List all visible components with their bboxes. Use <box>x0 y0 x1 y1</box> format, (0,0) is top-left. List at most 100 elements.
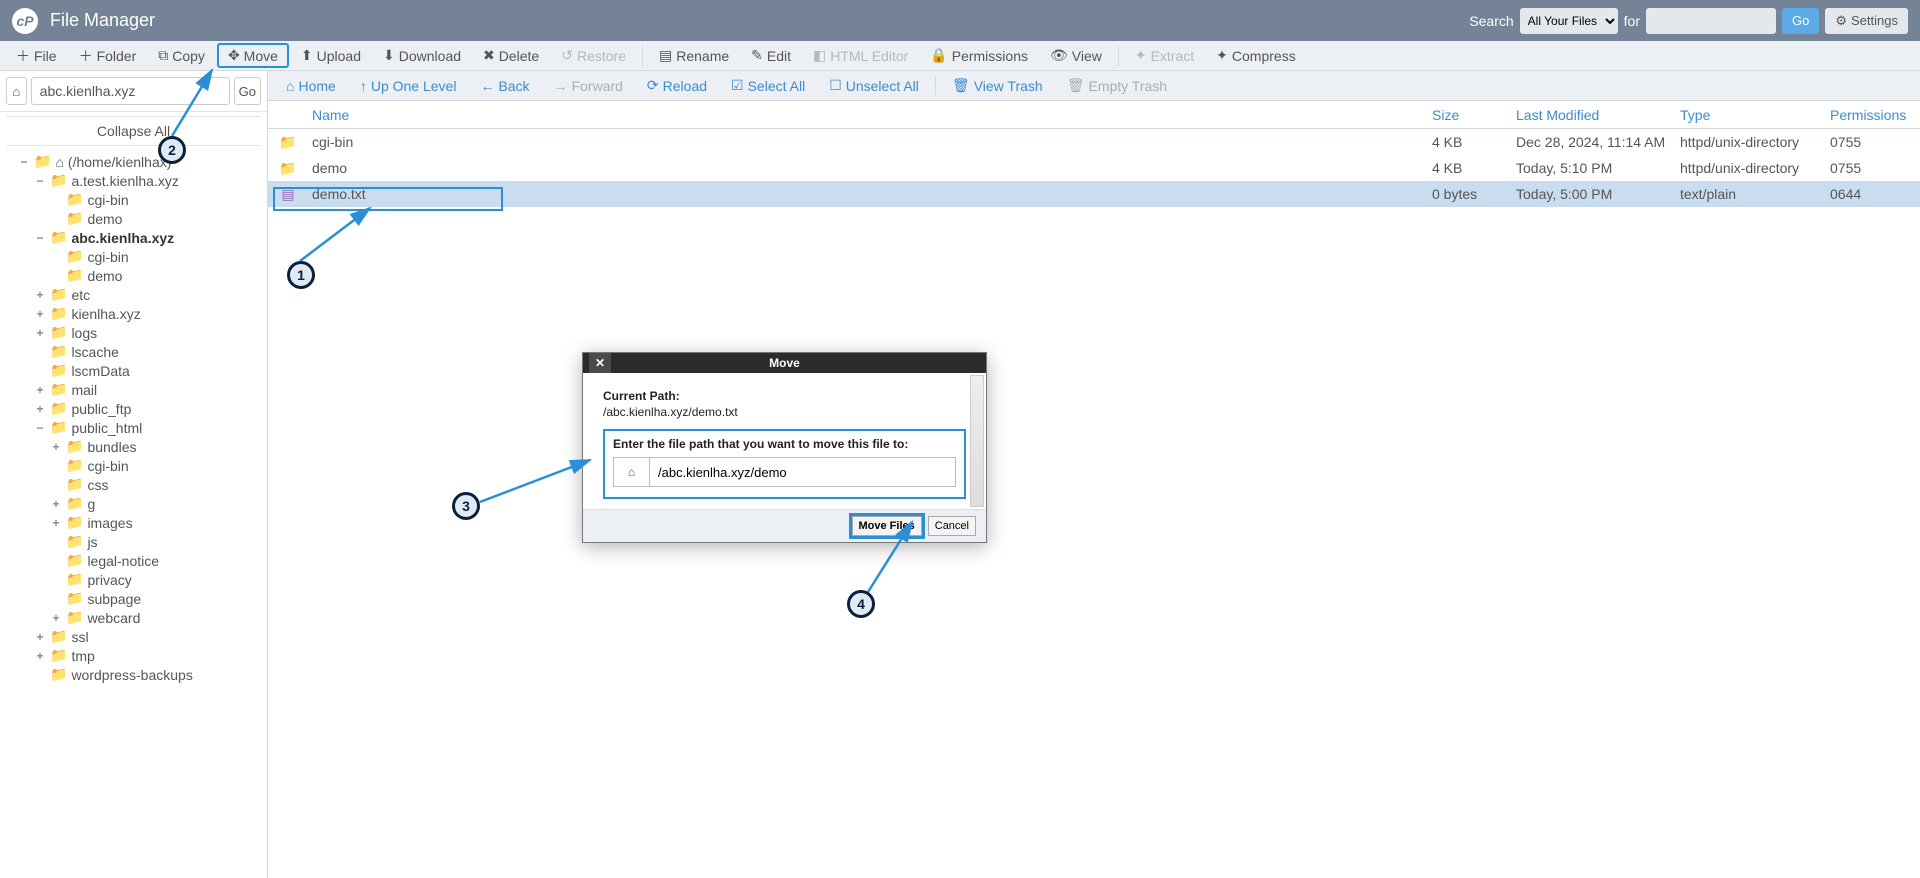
col-type[interactable]: Type <box>1680 107 1830 123</box>
col-name[interactable]: Name <box>308 107 1432 123</box>
close-icon[interactable]: ✕ <box>589 353 611 373</box>
table-row[interactable]: ▤demo.txt0 bytesToday, 5:00 PMtext/plain… <box>268 181 1920 207</box>
tree-node[interactable]: 📁cgi-bin <box>4 190 263 209</box>
html-editor-button[interactable]: ◧HTML Editor <box>803 43 918 68</box>
tree-node[interactable]: +📁kienlha.xyz <box>4 304 263 323</box>
forward-icon: → <box>554 78 568 94</box>
col-permissions[interactable]: Permissions <box>1830 107 1920 123</box>
view-trash-button[interactable]: 🗑View Trash <box>942 74 1053 97</box>
back-button[interactable]: ←Back <box>470 75 539 97</box>
unselect-all-button[interactable]: ☐Unselect All <box>819 74 929 97</box>
select-all-button[interactable]: ☑Select All <box>721 74 815 97</box>
target-path-input[interactable] <box>649 457 956 487</box>
folder-tree: −📁⌂(/home/kienlhax) −📁a.test.kienlha.xyz… <box>0 146 267 690</box>
upload-button[interactable]: ⬆Upload <box>291 43 371 68</box>
collapse-all-button[interactable]: Collapse All <box>6 116 261 146</box>
tree-node[interactable]: 📁lscmData <box>4 361 263 380</box>
dialog-home-button[interactable]: ⌂ <box>613 457 649 487</box>
annotation-marker-1: 1 <box>287 261 315 289</box>
select-all-icon: ☑ <box>731 77 744 94</box>
tree-node[interactable]: +📁tmp <box>4 646 263 665</box>
empty-trash-button[interactable]: 🗑Empty Trash <box>1057 74 1177 97</box>
search-scope-select[interactable]: All Your Files <box>1520 8 1618 34</box>
tree-node[interactable]: +📁mail <box>4 380 263 399</box>
separator <box>642 46 643 66</box>
tree-node[interactable]: 📁demo <box>4 209 263 228</box>
restore-button[interactable]: ↺Restore <box>551 43 636 68</box>
file-permissions: 0755 <box>1830 134 1920 150</box>
tree-node[interactable]: 📁js <box>4 532 263 551</box>
edit-icon: ✎ <box>751 47 763 64</box>
separator <box>1118 46 1119 66</box>
tree-node[interactable]: 📁legal-notice <box>4 551 263 570</box>
cancel-button[interactable]: Cancel <box>928 516 976 536</box>
tree-node[interactable]: 📁lscache <box>4 342 263 361</box>
home-icon: ⌂ <box>628 465 635 479</box>
tree-node[interactable]: +📁public_ftp <box>4 399 263 418</box>
search-go-button[interactable]: Go <box>1782 8 1819 34</box>
move-files-button[interactable]: Move Files <box>852 516 922 536</box>
table-row[interactable]: 📁cgi-bin4 KBDec 28, 2024, 11:14 AMhttpd/… <box>268 129 1920 155</box>
tree-node[interactable]: −📁public_html <box>4 418 263 437</box>
edit-button[interactable]: ✎Edit <box>741 43 801 68</box>
tree-node[interactable]: +📁etc <box>4 285 263 304</box>
file-size: 4 KB <box>1432 134 1516 150</box>
delete-button[interactable]: ✖Delete <box>473 43 549 68</box>
up-icon: ↑ <box>360 78 367 94</box>
unselect-icon: ☐ <box>829 77 842 94</box>
sidebar: ⌂ Go Collapse All −📁⌂(/home/kienlhax) −📁… <box>0 71 268 878</box>
download-button[interactable]: ⬇Download <box>373 43 471 68</box>
view-button[interactable]: 👁View <box>1040 43 1112 68</box>
col-size[interactable]: Size <box>1432 107 1516 123</box>
permissions-button[interactable]: 🔒Permissions <box>920 43 1038 68</box>
plus-icon: ＋ <box>16 46 30 66</box>
tree-node[interactable]: +📁images <box>4 513 263 532</box>
home-icon: ⌂ <box>286 78 294 94</box>
up-one-level-button[interactable]: ↑Up One Level <box>350 75 467 97</box>
tree-root[interactable]: −📁⌂(/home/kienlhax) <box>4 152 263 171</box>
extract-button[interactable]: ✦Extract <box>1125 43 1204 68</box>
tree-node[interactable]: 📁subpage <box>4 589 263 608</box>
tree-node[interactable]: +📁logs <box>4 323 263 342</box>
reload-button[interactable]: ⟳Reload <box>637 74 717 97</box>
tree-node[interactable]: 📁wordpress-backups <box>4 665 263 684</box>
dialog-titlebar[interactable]: ✕ Move <box>583 353 986 373</box>
tree-node-current[interactable]: −📁abc.kienlha.xyz <box>4 228 263 247</box>
tree-node[interactable]: +📁webcard <box>4 608 263 627</box>
tree-node[interactable]: 📁css <box>4 475 263 494</box>
tree-node[interactable]: 📁demo <box>4 266 263 285</box>
tree-node[interactable]: 📁privacy <box>4 570 263 589</box>
content-panel: ⌂Home ↑Up One Level ←Back →Forward ⟳Relo… <box>268 71 1920 878</box>
rename-button[interactable]: ▤Rename <box>649 43 739 68</box>
col-modified[interactable]: Last Modified <box>1516 107 1680 123</box>
search-label: Search <box>1469 13 1513 29</box>
home-button[interactable]: ⌂Home <box>276 75 346 97</box>
scrollbar[interactable] <box>970 375 984 507</box>
compress-button[interactable]: ✦Compress <box>1206 43 1306 68</box>
tree-node[interactable]: +📁bundles <box>4 437 263 456</box>
plus-icon: ＋ <box>79 46 93 66</box>
folder-button[interactable]: ＋Folder <box>69 42 147 70</box>
annotation-marker-3: 3 <box>452 492 480 520</box>
gear-icon: ⚙ <box>1835 13 1847 29</box>
copy-button[interactable]: ⧉Copy <box>148 43 215 68</box>
settings-button[interactable]: ⚙Settings <box>1825 8 1908 34</box>
app-title: File Manager <box>50 10 155 31</box>
tree-node[interactable]: −📁a.test.kienlha.xyz <box>4 171 263 190</box>
file-icon: ▤ <box>268 186 308 203</box>
file-list: 📁cgi-bin4 KBDec 28, 2024, 11:14 AMhttpd/… <box>268 129 1920 878</box>
tree-node[interactable]: 📁cgi-bin <box>4 247 263 266</box>
sidebar-home-button[interactable]: ⌂ <box>6 77 27 105</box>
forward-button[interactable]: →Forward <box>544 75 633 97</box>
tree-node[interactable]: +📁g <box>4 494 263 513</box>
path-input[interactable] <box>31 77 230 105</box>
search-input[interactable] <box>1646 8 1776 34</box>
table-row[interactable]: 📁demo4 KBToday, 5:10 PMhttpd/unix-direct… <box>268 155 1920 181</box>
navigation-bar: ⌂Home ↑Up One Level ←Back →Forward ⟳Relo… <box>268 71 1920 101</box>
rename-icon: ▤ <box>659 47 672 64</box>
tree-node[interactable]: 📁cgi-bin <box>4 456 263 475</box>
move-button[interactable]: ✥Move <box>217 43 289 68</box>
tree-node[interactable]: +📁ssl <box>4 627 263 646</box>
path-go-button[interactable]: Go <box>234 77 261 105</box>
file-button[interactable]: ＋File <box>6 42 67 70</box>
